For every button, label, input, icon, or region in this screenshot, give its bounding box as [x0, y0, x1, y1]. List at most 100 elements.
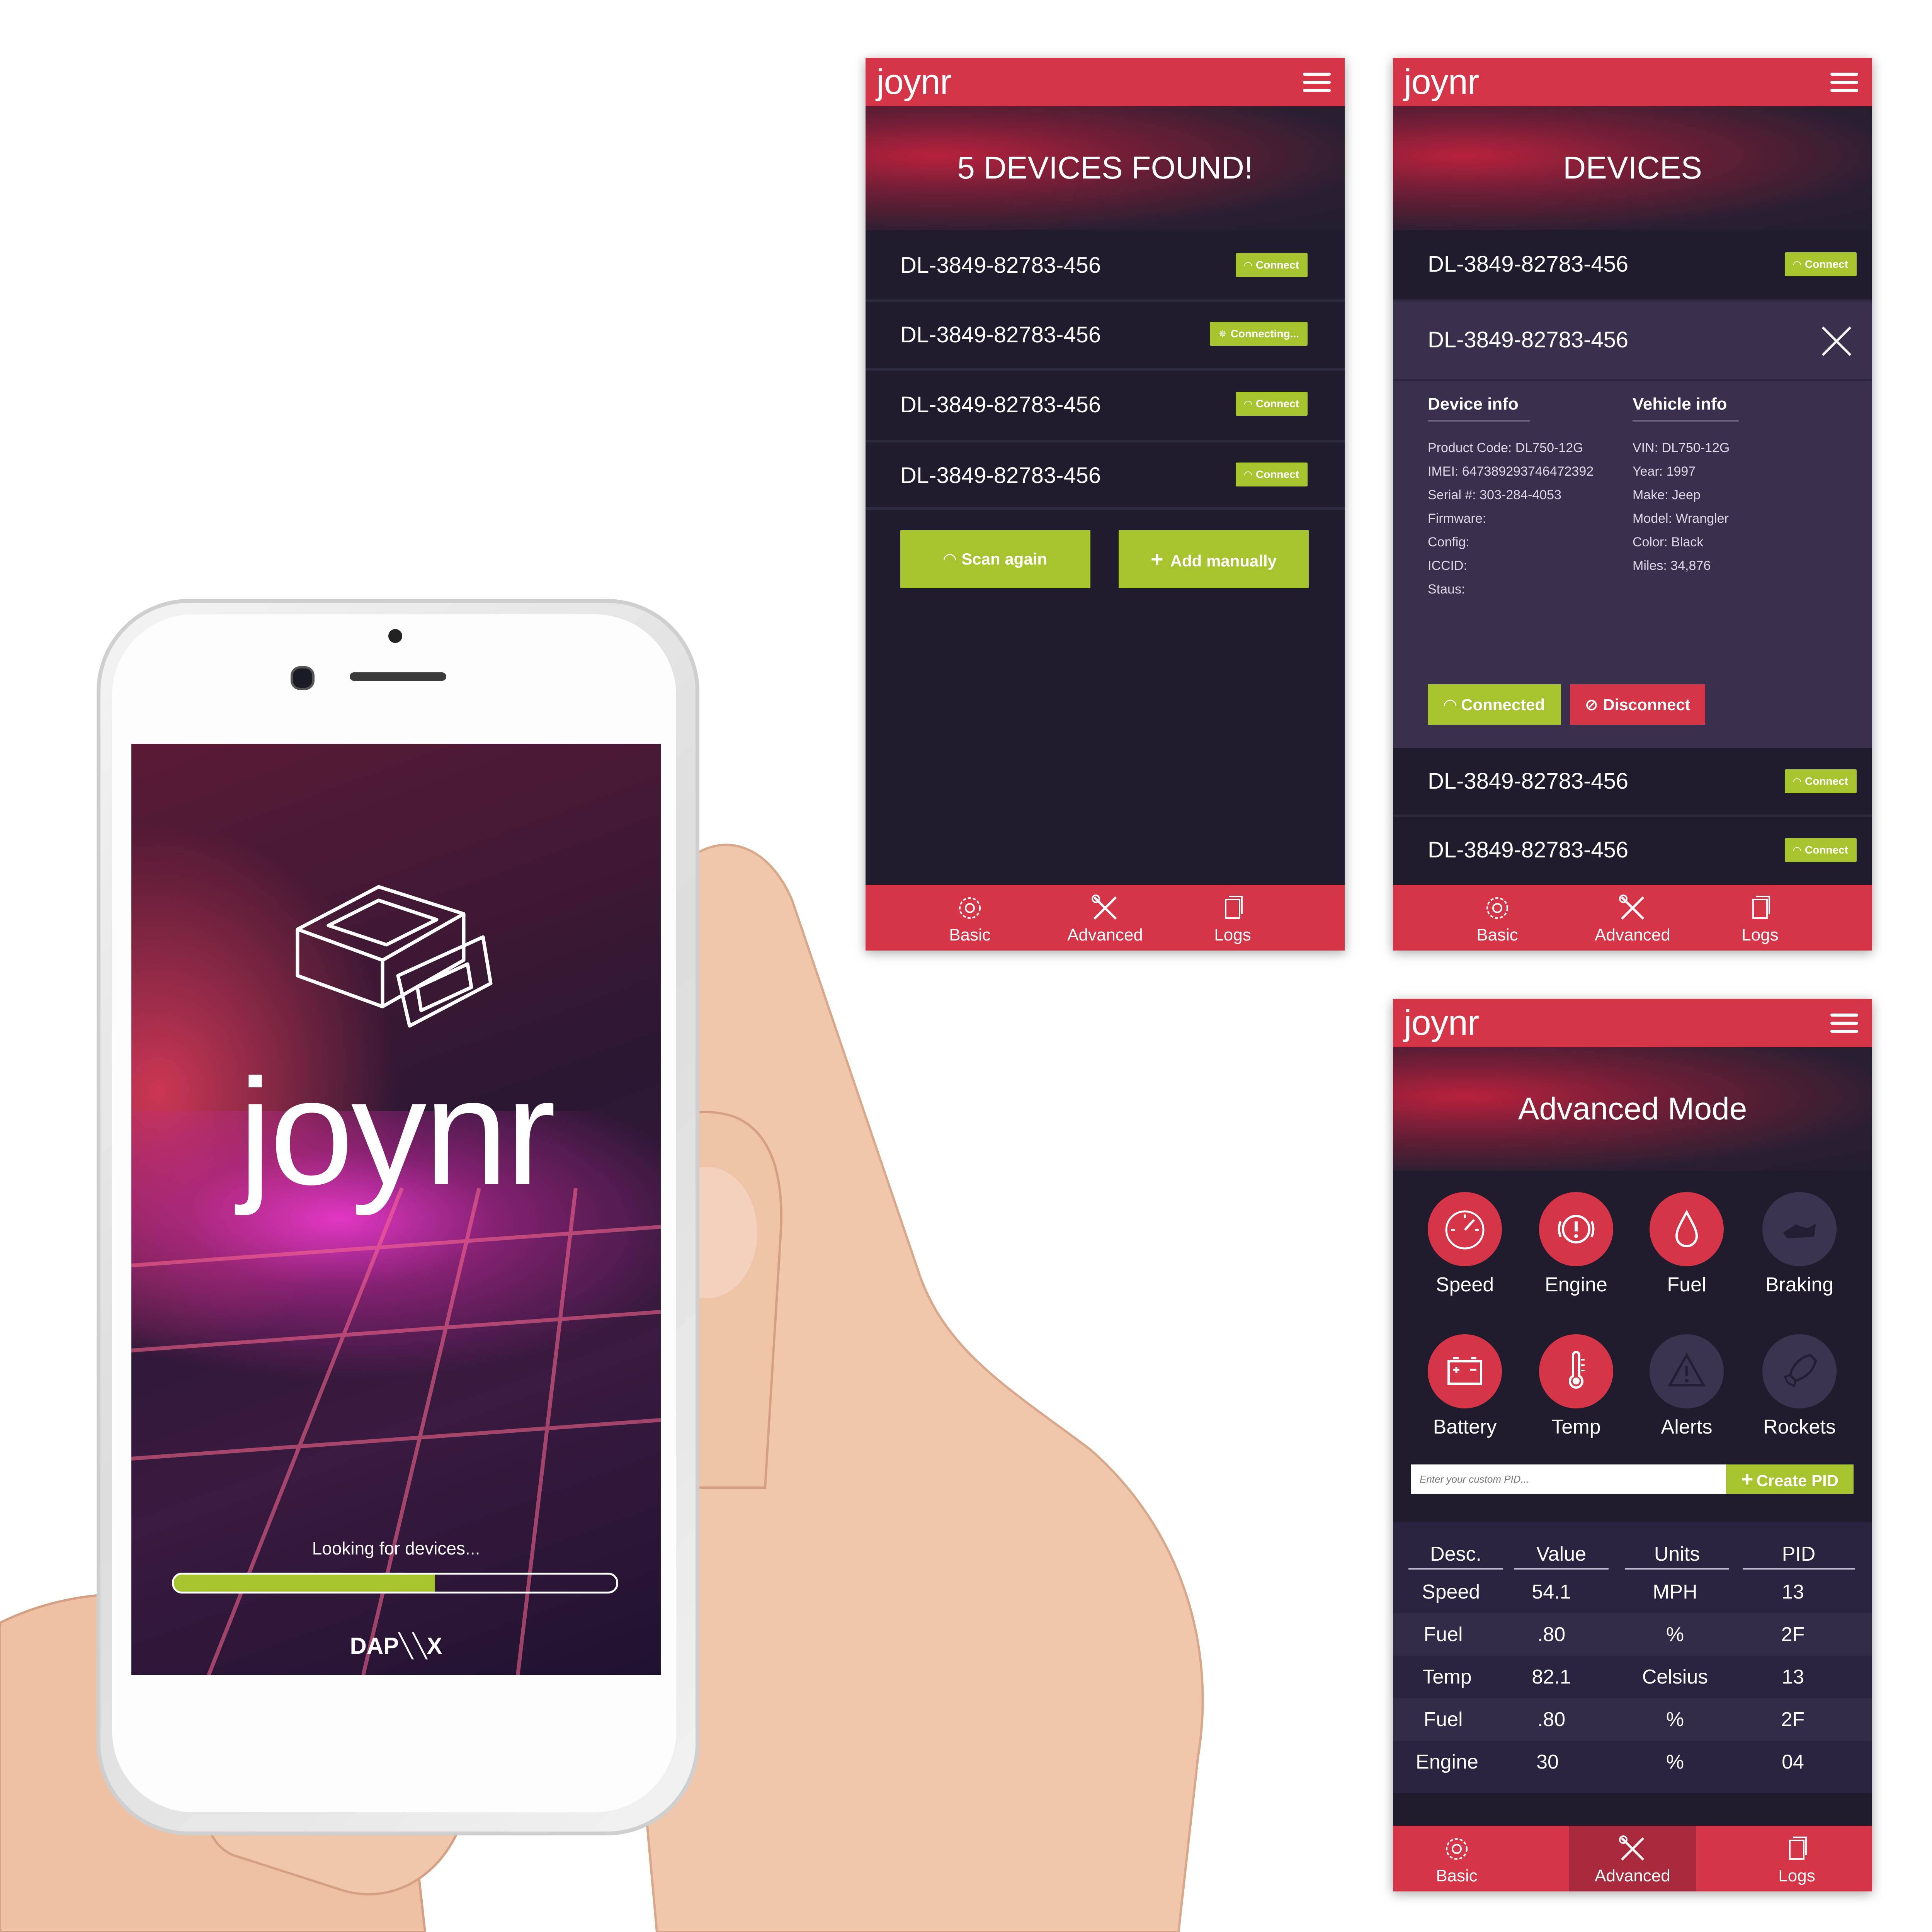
hero-banner: 5 DEVICES FOUND! — [866, 106, 1345, 230]
devices-detail-screen: joynr DEVICES DL-3849-82783-456 ◠ Connect… — [1393, 58, 1872, 951]
device-row[interactable]: DL-3849-82783-456 ◠ Connect — [866, 442, 1345, 510]
page-title: 5 DEVICES FOUND! — [957, 150, 1253, 185]
speed-tile[interactable]: Speed — [1428, 1192, 1502, 1296]
rockets-tile[interactable]: Rockets — [1762, 1334, 1837, 1439]
logs-icon — [1789, 1837, 1807, 1860]
nav-basic[interactable]: Basic — [1434, 885, 1561, 951]
nav-basic[interactable]: Basic — [906, 885, 1034, 951]
close-icon[interactable] — [1821, 326, 1852, 357]
temp-tile[interactable]: Temp — [1539, 1334, 1613, 1439]
device-row[interactable]: DL-3849-82783-456 ◠ Connect — [866, 371, 1345, 442]
nav-advanced[interactable]: Advanced — [1041, 885, 1169, 951]
vehicle-info-list: VIN: DL750-12G Year: 1997 Make: Jeep Mod… — [1633, 440, 1730, 573]
hero-banner: DEVICES — [1393, 106, 1872, 230]
alert-triangle-icon — [1667, 1352, 1706, 1386]
wifi-icon: ◠ — [1244, 469, 1252, 480]
bottom-nav: Basic Advanced Logs — [866, 885, 1345, 951]
nav-basic[interactable]: Basic — [1393, 1826, 1520, 1891]
add-manually-button[interactable]: + Add manually — [1119, 530, 1309, 588]
nav-logs[interactable]: Logs — [1169, 885, 1296, 951]
loading-progress-bar — [172, 1573, 618, 1594]
device-id: DL-3849-82783-456 — [900, 463, 1101, 488]
bottom-nav: Basic Advanced Logs — [1393, 885, 1872, 951]
disconnect-button[interactable]: ⊘ Disconnect — [1570, 684, 1705, 725]
wifi-icon: ◠ — [1793, 776, 1801, 787]
gear-icon — [959, 897, 981, 919]
battery-icon — [1447, 1357, 1482, 1385]
engine-warning-icon — [1558, 1215, 1595, 1243]
connect-button[interactable]: ◠ Connect — [1785, 769, 1857, 793]
connected-button[interactable]: ◠ Connected — [1428, 684, 1561, 725]
tools-icon — [1619, 895, 1645, 920]
app-logo: joynr — [1404, 62, 1479, 102]
gear-icon — [1446, 1838, 1468, 1860]
device-id: DL-3849-82783-456 — [900, 253, 1101, 278]
device-row[interactable]: DL-3849-82783-456 ◠ Connect — [1393, 748, 1872, 817]
table-row: Fuel .80 % 2F — [1393, 1698, 1872, 1741]
device-id: DL-3849-82783-456 — [1428, 769, 1629, 794]
splash-grid-lines — [131, 1187, 661, 1675]
battery-tile[interactable]: Battery — [1428, 1334, 1502, 1439]
braking-tile[interactable]: Braking — [1762, 1192, 1837, 1296]
nav-logs[interactable]: Logs — [1733, 1826, 1861, 1891]
nav-advanced[interactable]: Advanced — [1569, 885, 1696, 951]
nav-logs[interactable]: Logs — [1696, 885, 1824, 951]
connecting-button[interactable]: ✵ Connecting... — [1209, 322, 1308, 346]
nav-advanced[interactable]: Advanced — [1569, 1826, 1696, 1891]
custom-pid-input[interactable] — [1411, 1464, 1726, 1494]
top-bar: joynr — [866, 58, 1345, 106]
col-header-pid: PID — [1743, 1543, 1855, 1570]
hero-banner: Advanced Mode — [1393, 1047, 1872, 1171]
logs-icon — [1225, 896, 1243, 919]
device-row[interactable]: DL-3849-82783-456 ◠ Connect — [1393, 817, 1872, 889]
col-header-value: Value — [1514, 1543, 1609, 1570]
menu-icon[interactable] — [1830, 73, 1858, 92]
table-row: Engine 30 % 04 — [1416, 1751, 1804, 1773]
tools-icon — [1092, 895, 1117, 920]
rocket-icon — [1783, 1354, 1817, 1388]
device-detail-panel: DL-3849-82783-456 Device info Vehicle in… — [1393, 302, 1872, 748]
plus-icon: + — [1150, 547, 1163, 571]
device-row[interactable]: DL-3849-82783-456 ◠ Connect — [1393, 230, 1872, 302]
menu-icon[interactable] — [1303, 73, 1331, 92]
splash-screen: joynr Looking for devices... DAP╲╲X — [131, 744, 661, 1675]
connect-button[interactable]: ◠ Connect — [1785, 838, 1857, 862]
create-pid-button[interactable]: + Create PID — [1726, 1464, 1854, 1494]
scan-again-button[interactable]: ◠ Scan again — [900, 530, 1090, 588]
ban-icon: ⊘ — [1585, 696, 1599, 714]
selected-device-header: DL-3849-82783-456 — [1393, 302, 1872, 381]
device-info-heading: Device info — [1428, 395, 1530, 422]
braking-icon — [1783, 1224, 1816, 1239]
col-header-units: Units — [1625, 1543, 1729, 1570]
phone-camera — [291, 666, 315, 690]
device-id: DL-3849-82783-456 — [900, 392, 1101, 417]
plus-icon: + — [1741, 1468, 1753, 1491]
table-row: Speed 54.1 MPH 13 — [1422, 1581, 1804, 1603]
fuel-tile[interactable]: Fuel — [1650, 1192, 1724, 1296]
device-info-list: Product Code: DL750-12G IMEI: 6473892937… — [1428, 440, 1594, 597]
splash-status-text: Looking for devices... — [312, 1538, 480, 1558]
alerts-tile[interactable]: Alerts — [1650, 1334, 1724, 1439]
connect-button[interactable]: ◠ Connect — [1236, 463, 1308, 486]
tools-icon — [1619, 1835, 1645, 1861]
connect-button[interactable]: ◠ Connect — [1785, 252, 1857, 276]
table-row: Temp 82.1 Celsius 13 — [1422, 1666, 1804, 1688]
spinner-icon: ✵ — [1218, 328, 1227, 340]
device-row[interactable]: DL-3849-82783-456 ✵ Connecting... — [866, 302, 1345, 371]
page-title: Advanced Mode — [1518, 1091, 1747, 1126]
connect-button[interactable]: ◠ Connect — [1236, 253, 1308, 277]
connect-button[interactable]: ◠ Connect — [1236, 392, 1308, 416]
device-row[interactable]: DL-3849-82783-456 ◠ Connect — [866, 230, 1345, 302]
logs-icon — [1752, 896, 1770, 919]
col-header-desc: Desc. — [1408, 1543, 1503, 1570]
menu-icon[interactable] — [1830, 1014, 1858, 1033]
device-id: DL-3849-82783-456 — [1428, 837, 1629, 862]
thermometer-icon — [1569, 1351, 1585, 1389]
engine-tile[interactable]: Engine — [1539, 1192, 1613, 1296]
devices-found-screen: joynr 5 DEVICES FOUND! DL-3849-82783-456… — [866, 58, 1345, 951]
app-logo: joynr — [876, 62, 952, 102]
page-title: DEVICES — [1563, 150, 1702, 185]
wifi-icon: ◠ — [1444, 696, 1457, 714]
device-id: DL-3849-82783-456 — [1428, 252, 1629, 277]
speedometer-icon — [1445, 1210, 1485, 1250]
